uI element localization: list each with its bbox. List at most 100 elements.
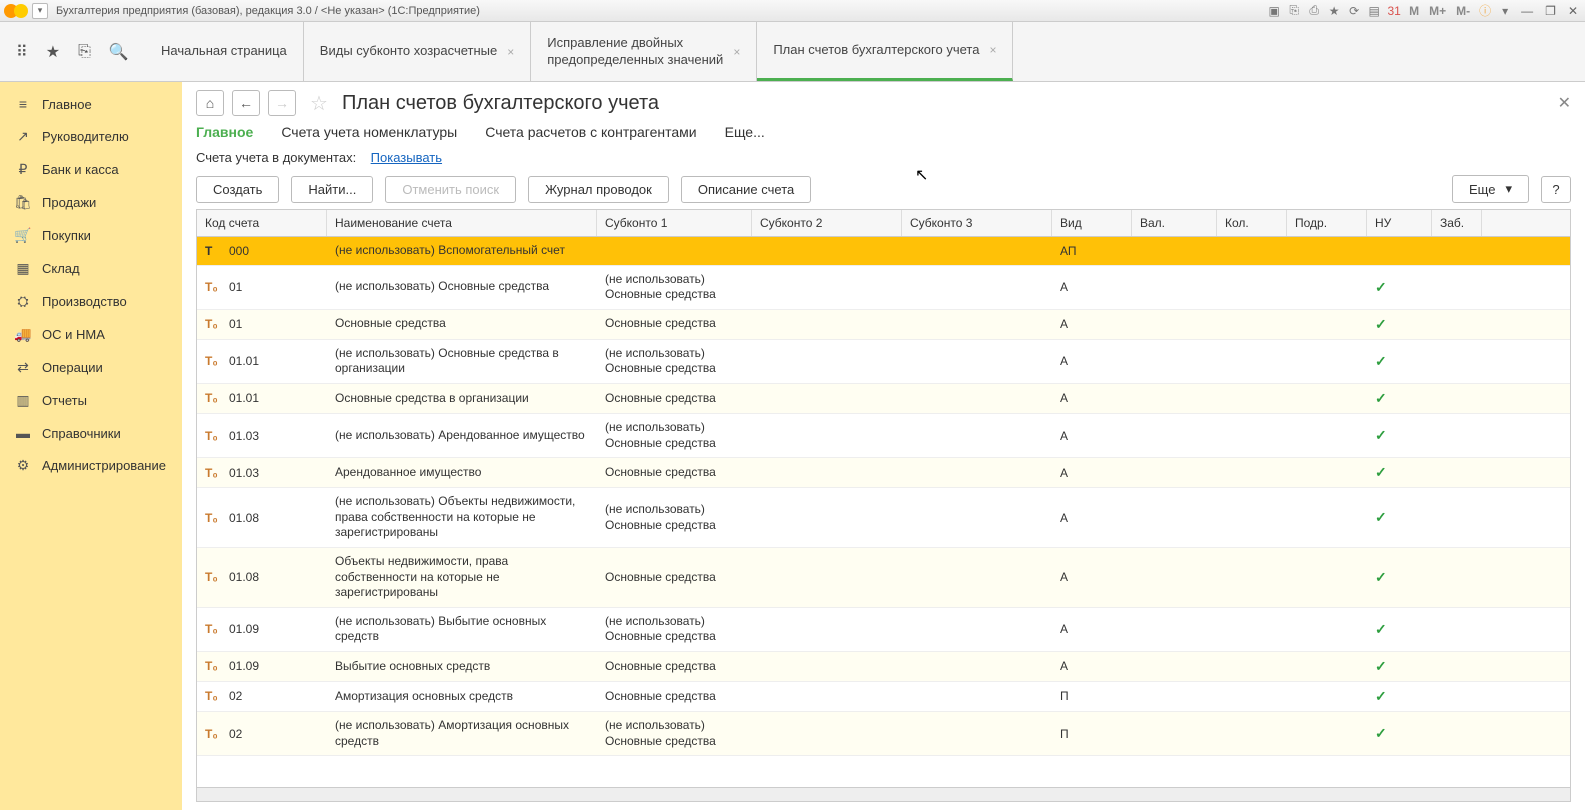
sidebar-label: Отчеты	[42, 393, 87, 408]
check-icon: ✓	[1375, 464, 1387, 481]
table-row[interactable]: T₀01.03(не использовать) Арендованное им…	[197, 414, 1570, 458]
help-button[interactable]: ?	[1541, 176, 1571, 203]
back-button[interactable]: ←	[232, 90, 260, 116]
tab-0[interactable]: Начальная страница	[145, 22, 304, 81]
sidebar-item-5[interactable]: ▦Склад	[0, 252, 182, 285]
print-icon[interactable]: ⎙	[1307, 4, 1321, 18]
find-button[interactable]: Найти...	[291, 176, 373, 203]
table-row[interactable]: T₀01Основные средстваОсновные средстваА✓	[197, 310, 1570, 340]
check-icon: ✓	[1375, 509, 1387, 526]
subnav-item-2[interactable]: Счета расчетов с контрагентами	[485, 124, 696, 140]
tab-close-icon[interactable]: ×	[507, 45, 514, 59]
sidebar-item-8[interactable]: ⇄Операции	[0, 351, 182, 384]
sub-nav: Главное Счета учета номенклатуры Счета рас…	[196, 124, 1571, 140]
home-button[interactable]: ⌂	[196, 90, 224, 116]
sidebar-item-6[interactable]: ⛭Производство	[0, 285, 182, 318]
th-nu[interactable]: НУ	[1367, 210, 1432, 236]
th-code[interactable]: Код счета	[197, 210, 327, 236]
favorite-page-icon[interactable]: ☆	[310, 91, 328, 116]
cell-dept	[1287, 340, 1367, 383]
cell-nu: ✓	[1367, 488, 1432, 547]
memory-mplus-button[interactable]: M+	[1429, 4, 1446, 18]
sidebar-item-4[interactable]: 🛒Покупки	[0, 219, 182, 252]
doc-accounts-link[interactable]: Показывать	[371, 150, 442, 165]
close-window-button[interactable]: ✕	[1568, 4, 1578, 18]
forward-button[interactable]: →	[268, 90, 296, 116]
journal-button[interactable]: Журнал проводок	[528, 176, 669, 203]
history-icon[interactable]: ⟳	[1347, 4, 1361, 18]
star-icon[interactable]: ★	[46, 42, 60, 62]
table-row[interactable]: T₀01.08(не использовать) Объекты недвижи…	[197, 488, 1570, 548]
sidebar-item-7[interactable]: 🚚ОС и НМА	[0, 318, 182, 351]
maximize-button[interactable]: ❐	[1545, 4, 1556, 18]
cell-name: Основные средства	[327, 310, 597, 339]
sidebar-item-11[interactable]: ⚙Администрирование	[0, 449, 182, 482]
sidebar-item-9[interactable]: ▥Отчеты	[0, 384, 182, 417]
tab-close-icon[interactable]: ×	[733, 45, 740, 59]
subnav-item-0[interactable]: Главное	[196, 124, 253, 140]
th-qty[interactable]: Кол.	[1217, 210, 1287, 236]
th-sub3[interactable]: Субконто 3	[902, 210, 1052, 236]
th-sub2[interactable]: Субконто 2	[752, 210, 902, 236]
table-row[interactable]: T₀01.03Арендованное имуществоОсновные ср…	[197, 458, 1570, 488]
panel-icon[interactable]: ▣	[1267, 4, 1281, 18]
table-row[interactable]: T₀01.08Объекты недвижимости, права собст…	[197, 548, 1570, 608]
th-kind[interactable]: Вид	[1052, 210, 1132, 236]
sidebar-item-0[interactable]: ≡Главное	[0, 88, 182, 120]
tab-1[interactable]: Виды субконто хозрасчетные×	[304, 22, 531, 81]
horizontal-scrollbar[interactable]	[197, 787, 1570, 801]
memory-m-button[interactable]: M	[1409, 4, 1419, 18]
sidebar-item-3[interactable]: 🛍Продажи	[0, 186, 182, 219]
link-icon[interactable]: ⎘	[1287, 4, 1301, 18]
table-row[interactable]: T₀02(не использовать) Амортизация основн…	[197, 712, 1570, 756]
cell-curr	[1132, 237, 1217, 265]
clipboard-icon[interactable]: ⎘	[78, 43, 91, 61]
cell-curr	[1132, 384, 1217, 413]
cell-zab	[1432, 652, 1482, 681]
search-icon[interactable]: 🔍	[109, 42, 129, 62]
table-row[interactable]: T₀01.01Основные средства в организацииОс…	[197, 384, 1570, 414]
cell-dept	[1287, 237, 1367, 265]
close-page-button[interactable]: ✕	[1558, 93, 1571, 113]
th-sub1[interactable]: Субконто 1	[597, 210, 752, 236]
table-row[interactable]: T₀01(не использовать) Основные средства(…	[197, 266, 1570, 310]
account-description-button[interactable]: Описание счета	[681, 176, 811, 203]
system-menu-dropdown[interactable]: ▾	[32, 3, 48, 19]
table-row[interactable]: T₀02Амортизация основных средствОсновные…	[197, 682, 1570, 712]
table-row[interactable]: T₀01.09Выбытие основных средствОсновные …	[197, 652, 1570, 682]
calendar-icon[interactable]: 31	[1387, 4, 1401, 18]
subnav-item-1[interactable]: Счета учета номенклатуры	[281, 124, 457, 140]
cell-sub1: Основные средства	[597, 310, 752, 339]
th-name[interactable]: Наименование счета	[327, 210, 597, 236]
favorite-icon[interactable]: ★	[1327, 4, 1341, 18]
minimize-button[interactable]: —	[1521, 4, 1533, 18]
th-dept[interactable]: Подр.	[1287, 210, 1367, 236]
table-row[interactable]: T₀01.09(не использовать) Выбытие основны…	[197, 608, 1570, 652]
th-zab[interactable]: Заб.	[1432, 210, 1482, 236]
sidebar-item-2[interactable]: ₽Банк и касса	[0, 153, 182, 186]
apps-icon[interactable]: ⠿	[16, 42, 28, 62]
calc-icon[interactable]: ▤	[1367, 4, 1381, 18]
tab-close-icon[interactable]: ×	[989, 43, 996, 57]
cell-curr	[1132, 608, 1217, 651]
info-icon[interactable]: ⓘ	[1478, 4, 1492, 18]
tab-2[interactable]: Исправление двойных предопределенных зна…	[531, 22, 757, 81]
memory-mminus-button[interactable]: M-	[1456, 4, 1470, 18]
sidebar-item-1[interactable]: ↗Руководителю	[0, 120, 182, 153]
create-button[interactable]: Создать	[196, 176, 279, 203]
table-body[interactable]: T000(не использовать) Вспомогательный сч…	[197, 237, 1570, 787]
table-row[interactable]: T000(не использовать) Вспомогательный сч…	[197, 237, 1570, 266]
subnav-item-3[interactable]: Еще...	[725, 124, 765, 140]
cell-kind: А	[1052, 488, 1132, 547]
cell-sub3	[902, 712, 1052, 755]
cancel-search-button[interactable]: Отменить поиск	[385, 176, 516, 203]
more-button[interactable]: Еще ▾	[1452, 175, 1529, 203]
code-value: 01	[229, 280, 242, 294]
check-icon: ✓	[1375, 621, 1387, 638]
sidebar-label: Продажи	[42, 195, 96, 210]
th-curr[interactable]: Вал.	[1132, 210, 1217, 236]
dropdown-icon[interactable]: ▾	[1498, 4, 1512, 18]
sidebar-item-10[interactable]: ▬Справочники	[0, 417, 182, 449]
table-row[interactable]: T₀01.01(не использовать) Основные средст…	[197, 340, 1570, 384]
tab-3[interactable]: План счетов бухгалтерского учета×	[757, 22, 1013, 81]
